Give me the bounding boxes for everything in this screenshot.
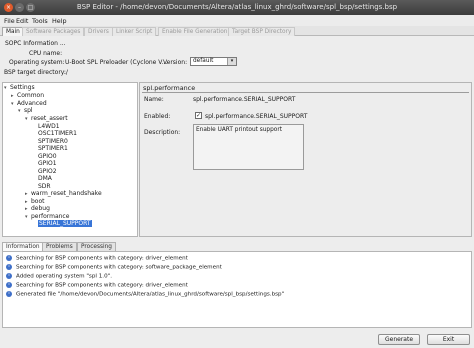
- version-select-value: default: [193, 58, 214, 64]
- tree-node-osc1timer1[interactable]: OSC1TIMER1: [38, 130, 77, 137]
- tree-node-l4wd1[interactable]: L4WD1: [38, 123, 60, 130]
- menu-edit[interactable]: Edit: [16, 17, 28, 25]
- version-label: Version:: [163, 59, 188, 66]
- version-select[interactable]: default ▾: [190, 57, 237, 66]
- details-divider: [142, 92, 469, 93]
- tree-node-sptimer0[interactable]: SPTIMER0: [38, 138, 68, 145]
- enabled-label: Enabled:: [144, 113, 171, 120]
- log-line: i Searching for BSP components with categ…: [6, 282, 188, 290]
- tree-node-gpio1[interactable]: GPIO1: [38, 160, 57, 167]
- tab-main[interactable]: Main: [2, 27, 24, 36]
- operating-system-value: U-Boot SPL Preloader (Cyclone V...: [65, 59, 168, 66]
- tab-information[interactable]: Information: [2, 242, 44, 251]
- settings-tree[interactable]: ▾ Settings ▸ Common ▾ Advanced ▾ spl ▾ reset_…: [2, 82, 138, 237]
- info-icon: i: [6, 282, 12, 288]
- name-label: Name:: [144, 96, 164, 103]
- menu-tools[interactable]: Tools: [32, 17, 48, 25]
- bsp-target-directory-value: ./: [64, 69, 68, 76]
- chevron-down-icon[interactable]: ▾: [227, 58, 236, 65]
- tab-problems[interactable]: Problems: [42, 242, 77, 251]
- tree-node-warm-reset-handshake[interactable]: ▸ warm_reset_handshake: [25, 190, 102, 198]
- exit-button[interactable]: Exit: [427, 334, 470, 345]
- tree-node-reset-assert[interactable]: ▾ reset_assert: [25, 115, 68, 123]
- tab-software-packages[interactable]: Software Packages: [22, 27, 85, 36]
- tree-node-settings[interactable]: ▾ Settings: [4, 84, 35, 92]
- name-value: spl.performance.SERIAL_SUPPORT: [193, 96, 296, 103]
- info-icon: i: [6, 264, 12, 270]
- details-heading: spl.performance: [143, 84, 196, 92]
- main-tab-strip: Main Software Packages Drivers Linker Sc…: [0, 26, 474, 36]
- info-icon: i: [6, 291, 12, 297]
- log-line: i Generated file "/home/devon/Documents/A…: [6, 291, 284, 299]
- log-panel[interactable]: i Searching for BSP components with categ…: [2, 251, 472, 328]
- menu-file[interactable]: File: [4, 17, 15, 25]
- details-panel: spl.performance: [139, 82, 472, 237]
- bottom-tab-strip: Information Problems Processing: [0, 242, 474, 251]
- tree-node-debug[interactable]: ▸ debug: [25, 205, 50, 213]
- tree-node-gpio0[interactable]: GPIO0: [38, 153, 57, 160]
- tree-node-common[interactable]: ▸ Common: [11, 92, 44, 100]
- info-icon: i: [6, 255, 12, 261]
- log-line: i Searching for BSP components with categ…: [6, 264, 222, 272]
- tree-node-sdr[interactable]: SDR: [38, 183, 51, 190]
- info-icon: i: [6, 273, 12, 279]
- enabled-checkbox[interactable]: ✓: [195, 112, 202, 119]
- generate-button[interactable]: Generate: [378, 334, 420, 345]
- tree-node-spl[interactable]: ▾ spl: [18, 107, 33, 115]
- tab-processing[interactable]: Processing: [77, 242, 116, 251]
- log-line: i Searching for BSP components with categ…: [6, 255, 188, 263]
- description-text: Enable UART printout support: [196, 127, 282, 133]
- tree-node-sptimer1[interactable]: SPTIMER1: [38, 145, 68, 152]
- title-bar: × – □ BSP Editor - /home/devon/Documents…: [0, 0, 474, 15]
- tree-node-serial-support[interactable]: SERIAL_SUPPORT: [38, 220, 92, 227]
- tab-linker-script[interactable]: Linker Script: [112, 27, 157, 36]
- tree-node-dma[interactable]: DMA: [38, 175, 52, 182]
- sopc-information-label[interactable]: SOPC Information ...: [5, 40, 66, 47]
- description-box: Enable UART printout support: [193, 124, 304, 170]
- bsp-target-directory-label: BSP target directory:: [4, 69, 66, 76]
- window-title: BSP Editor - /home/devon/Documents/Alter…: [76, 3, 398, 11]
- description-label: Description:: [144, 129, 181, 136]
- cpu-name-label: CPU name:: [29, 50, 63, 57]
- menu-bar: File Edit Tools Help: [0, 15, 474, 26]
- log-line: i Added operating system "spl 1.0".: [6, 273, 112, 281]
- operating-system-label: Operating system:: [9, 59, 65, 66]
- tab-drivers[interactable]: Drivers: [84, 27, 113, 36]
- enabled-checkbox-label[interactable]: spl.performance.SERIAL_SUPPORT: [205, 113, 307, 120]
- menu-help[interactable]: Help: [52, 17, 67, 25]
- tab-enable-file-generation[interactable]: Enable File Generation: [158, 27, 232, 36]
- tab-target-bsp-directory[interactable]: Target BSP Directory: [228, 27, 296, 36]
- tree-node-gpio2[interactable]: GPIO2: [38, 168, 57, 175]
